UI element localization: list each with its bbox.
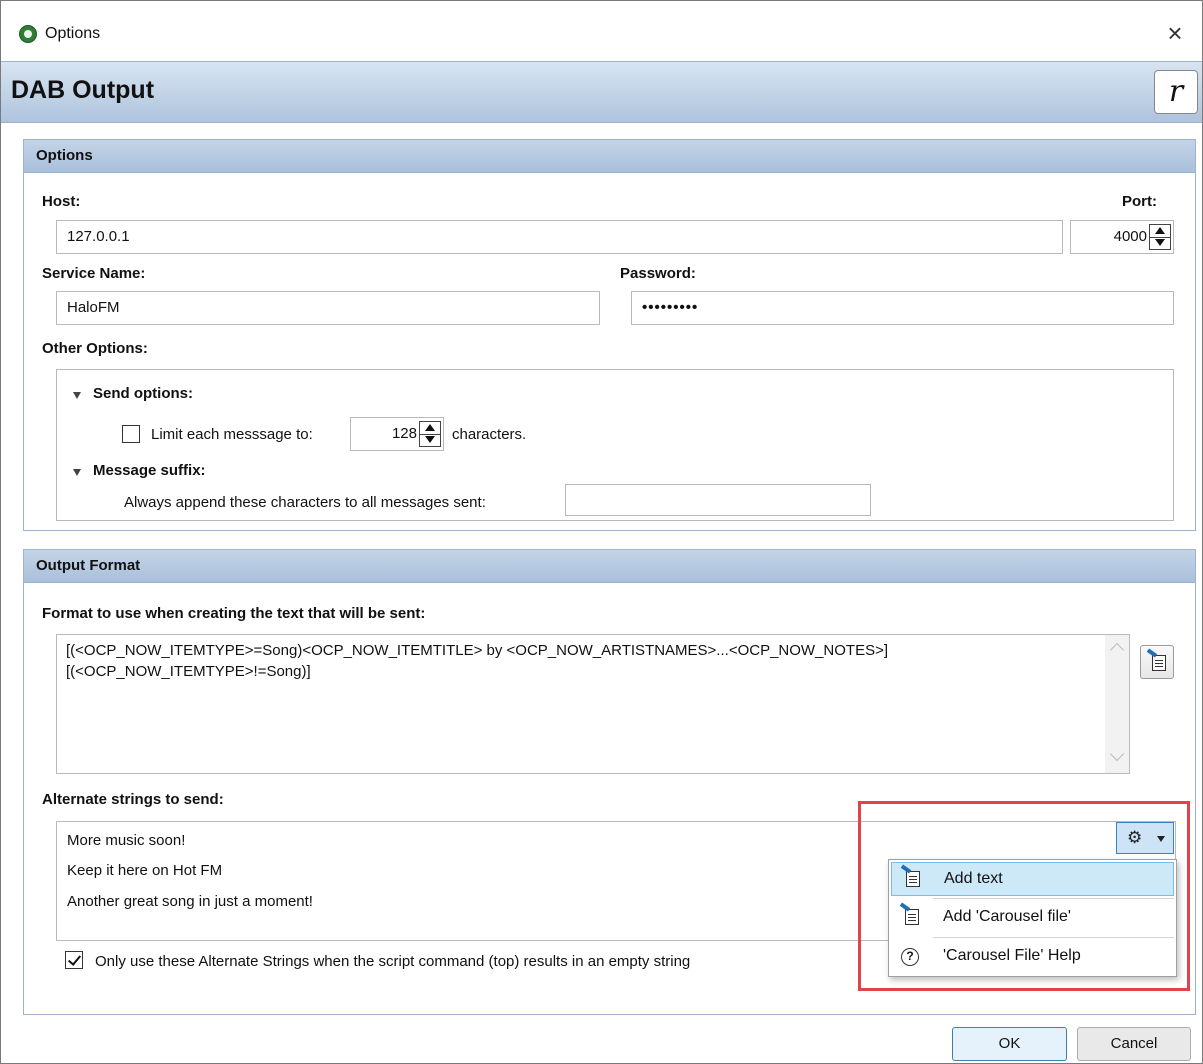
- close-button[interactable]: ×: [1160, 19, 1190, 49]
- password-label: Password:: [620, 265, 696, 282]
- gear-icon: ⚙: [1127, 828, 1143, 847]
- format-label: Format to use when creating the text tha…: [42, 605, 426, 622]
- service-name-label: Service Name:: [42, 265, 146, 282]
- ok-button[interactable]: OK: [952, 1027, 1067, 1061]
- help-icon: ?: [901, 948, 919, 966]
- characters-label: characters.: [452, 426, 527, 443]
- limit-checkbox[interactable]: [122, 425, 140, 443]
- format-line: [(<OCP_NOW_ITEMTYPE>=Song)<OCP_NOW_ITEMT…: [66, 642, 889, 659]
- collapse-send-options-icon[interactable]: [73, 392, 81, 399]
- port-label: Port:: [1122, 193, 1157, 210]
- host-label: Host:: [42, 193, 81, 210]
- insert-format-button[interactable]: [1140, 645, 1174, 679]
- list-item[interactable]: More music soon!: [67, 832, 185, 849]
- limit-spinner[interactable]: 128: [350, 417, 444, 451]
- limit-value: 128: [391, 425, 417, 442]
- other-options-box: Send options: Limit each messsage to: 12…: [56, 369, 1174, 521]
- list-item[interactable]: Another great song in just a moment!: [67, 893, 313, 910]
- only-use-label: Only use these Alternate Strings when th…: [95, 953, 691, 970]
- format-line: [(<OCP_NOW_ITEMTYPE>!=Song)]: [66, 663, 311, 680]
- chevron-down-icon: [1157, 836, 1165, 842]
- app-icon: [19, 25, 37, 43]
- header-band: DAB Output r: [1, 61, 1202, 123]
- menu-item-label: Add 'Carousel file': [943, 908, 1071, 925]
- menu-item-carousel-help[interactable]: ? 'Carousel File' Help: [891, 940, 1174, 974]
- output-format-heading: Output Format: [24, 550, 1195, 583]
- page-title: DAB Output: [11, 76, 155, 104]
- logo: r: [1154, 70, 1198, 114]
- alternate-options-menu: Add text Add 'Carousel file' ? 'Carousel…: [888, 859, 1177, 977]
- edit-doc-icon: [900, 864, 920, 887]
- format-textarea[interactable]: [(<OCP_NOW_ITEMTYPE>=Song)<OCP_NOW_ITEMT…: [56, 634, 1130, 774]
- alternate-strings-label: Alternate strings to send:: [42, 791, 224, 808]
- menu-item-add-text[interactable]: Add text: [891, 862, 1174, 896]
- window-title: Options: [45, 25, 101, 42]
- limit-label: Limit each messsage to:: [151, 426, 313, 443]
- cancel-button[interactable]: Cancel: [1077, 1027, 1191, 1061]
- other-options-label: Other Options:: [42, 340, 148, 357]
- message-suffix-label: Message suffix:: [93, 462, 206, 479]
- suffix-description: Always append these characters to all me…: [124, 494, 486, 511]
- edit-doc-icon: [1146, 648, 1166, 671]
- options-panel: Options Host: 127.0.0.1 Port: 4000 Servi…: [23, 139, 1196, 531]
- password-input[interactable]: •••••••••: [631, 291, 1174, 325]
- title-bar: Options ×: [1, 1, 1202, 61]
- menu-item-label: Add text: [944, 870, 1003, 887]
- format-scrollbar[interactable]: [1105, 635, 1129, 773]
- send-options-label: Send options:: [93, 385, 193, 402]
- options-panel-heading: Options: [24, 140, 1195, 173]
- menu-separator: [933, 937, 1174, 938]
- edit-doc-icon: [899, 902, 919, 925]
- port-spinner[interactable]: 4000: [1070, 220, 1174, 254]
- alternate-options-dropdown-button[interactable]: ⚙: [1116, 822, 1174, 854]
- menu-item-add-carousel-file[interactable]: Add 'Carousel file': [891, 901, 1174, 935]
- options-window: Options × DAB Output r Options Host: 127…: [0, 0, 1203, 1064]
- only-use-checkbox[interactable]: [65, 951, 83, 969]
- host-input[interactable]: 127.0.0.1: [56, 220, 1063, 254]
- menu-item-label: 'Carousel File' Help: [943, 947, 1081, 964]
- limit-spin-arrows[interactable]: [419, 421, 441, 447]
- suffix-input[interactable]: [565, 484, 871, 516]
- scroll-up-icon[interactable]: [1109, 642, 1125, 658]
- scroll-down-icon[interactable]: [1109, 746, 1125, 762]
- collapse-message-suffix-icon[interactable]: [73, 469, 81, 476]
- port-value: 4000: [1113, 228, 1147, 245]
- menu-separator: [933, 898, 1174, 899]
- list-item[interactable]: Keep it here on Hot FM: [67, 862, 222, 879]
- port-spin-arrows[interactable]: [1149, 224, 1171, 250]
- service-name-input[interactable]: HaloFM: [56, 291, 600, 325]
